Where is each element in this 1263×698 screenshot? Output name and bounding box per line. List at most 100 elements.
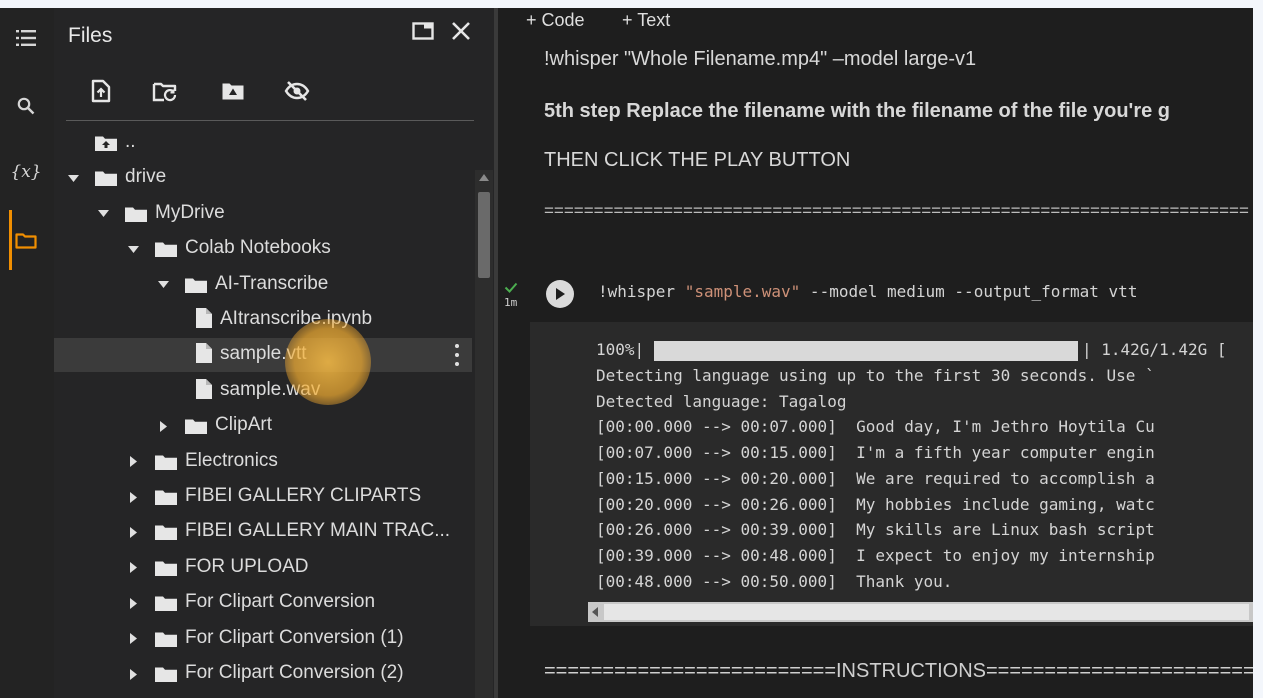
divider-text: ========================================…: [544, 201, 1249, 220]
close-icon[interactable]: [448, 18, 474, 44]
tree-row[interactable]: AI-Transcribe: [54, 268, 472, 302]
menu-icon[interactable]: [10, 22, 42, 54]
tree-item-label: Electronics: [185, 449, 278, 471]
output-line: [00:15.000 --> 00:20.000] We are require…: [596, 468, 1155, 488]
chevron-down-icon[interactable]: [96, 207, 110, 221]
tree-row[interactable]: AItranscribe.ipynb: [54, 303, 472, 337]
parent-folder-icon: [94, 134, 118, 152]
code-cell[interactable]: !whisper "sample.wav" --model medium --o…: [530, 264, 1253, 626]
folder-icon[interactable]: [10, 224, 42, 256]
code-prefix: !whisper: [598, 282, 685, 301]
run-cell-button[interactable]: [546, 280, 574, 308]
chevron-right-icon[interactable]: [126, 667, 140, 681]
tree-item-label: drive: [125, 166, 167, 188]
tree-item-label: For Clipart Conversion (1): [185, 626, 404, 648]
file-tree: .. drive MyDrive Colab Notebooks AI-Transcri…: [54, 131, 474, 698]
scroll-thumb[interactable]: [478, 192, 490, 278]
folder-icon: [184, 417, 208, 435]
chevron-down-icon[interactable]: [66, 171, 80, 185]
tree-item-label: FIBEI GALLERY CLIPARTS: [185, 485, 422, 506]
open-in-tab-icon[interactable]: [410, 18, 436, 44]
tree-row[interactable]: For Clipart Conversion (1): [54, 622, 472, 656]
folder-icon: [154, 488, 178, 506]
colab-window: {x} Files .. drive MyDrive Colab Notebooks A…: [0, 8, 1253, 698]
tree-item-label: For Clipart Conversion: [185, 591, 376, 613]
output-line: [00:20.000 --> 00:26.000] My hobbies inc…: [596, 494, 1155, 514]
output-horizontal-scrollbar[interactable]: [588, 602, 1253, 622]
upload-file-icon[interactable]: [86, 76, 116, 106]
code-line[interactable]: !whisper "sample.wav" --model medium --o…: [598, 282, 1137, 301]
more-options-icon[interactable]: [452, 344, 462, 367]
chevron-right-icon[interactable]: [126, 490, 140, 504]
tree-row[interactable]: FIBEI GALLERY MAIN TRAC...: [54, 515, 472, 549]
output-line: Detecting language using up to the first…: [596, 366, 1155, 385]
tree-row[interactable]: ..: [54, 126, 472, 160]
activity-rail: {x}: [0, 8, 54, 698]
add-text-button[interactable]: + Text: [622, 10, 670, 31]
tree-row[interactable]: FIBEI GALLERY CLIPARTS: [54, 480, 472, 514]
chevron-down-icon[interactable]: [156, 278, 170, 292]
play-instruction-text: THEN CLICK THE PLAY BUTTON: [544, 149, 851, 171]
chevron-right-icon[interactable]: [156, 419, 170, 433]
chevron-right-icon[interactable]: [126, 596, 140, 610]
folder-icon: [154, 453, 178, 471]
command-text: !whisper "Whole Filename.mp4" –model lar…: [544, 48, 977, 70]
chevron-right-icon[interactable]: [126, 455, 140, 469]
tree-row[interactable]: sample.vtt: [54, 338, 472, 373]
folder-icon: [154, 559, 178, 577]
progress-percent: 100%|: [596, 340, 645, 359]
mount-drive-icon[interactable]: [218, 76, 248, 106]
chevron-right-icon[interactable]: [126, 561, 140, 575]
instructions-header: =========================INSTRUCTIONS===…: [544, 660, 1253, 682]
tree-row[interactable]: Colab Notebooks: [54, 232, 472, 266]
folder-icon: [154, 594, 178, 612]
toolbar-divider: [66, 120, 474, 121]
chevron-down-icon[interactable]: [126, 242, 140, 256]
tree-item-label: ClipArt: [215, 414, 273, 436]
tree-item-label: For Clipart Conversion (2): [185, 662, 404, 683]
progress-bar: [654, 341, 1078, 361]
output-line: [00:48.000 --> 00:50.000] Thank you.: [596, 571, 953, 591]
tree-item-label: sample.wav: [220, 378, 321, 400]
progress-size: | 1.42G/1.42G [: [1082, 340, 1227, 359]
folder-icon: [154, 523, 178, 541]
checkmark-icon: [504, 282, 518, 293]
tree-item-label: MyDrive: [155, 201, 225, 223]
tree-row[interactable]: drive: [54, 161, 472, 195]
tree-row[interactable]: For Clipart Conversion: [54, 586, 472, 620]
tree-item-label: ..: [125, 131, 136, 152]
output-line: [00:39.000 --> 00:48.000] I expect to en…: [596, 545, 1155, 565]
folder-icon: [184, 276, 208, 294]
tree-item-label: FIBEI GALLERY MAIN TRAC...: [185, 520, 451, 542]
tree-row[interactable]: sample.wav: [54, 374, 472, 408]
horizontal-scroll-thumb[interactable]: [604, 604, 1249, 620]
code-string: "sample.wav": [684, 282, 801, 301]
search-icon[interactable]: [10, 90, 42, 122]
folder-icon: [124, 205, 148, 223]
output-line: Detected language: Tagalog: [596, 391, 847, 411]
output-line: [00:26.000 --> 00:39.000] My skills are …: [596, 520, 1155, 540]
code-suffix: --model medium --output_format vtt: [800, 282, 1138, 301]
chevron-right-icon[interactable]: [126, 632, 140, 646]
refresh-icon[interactable]: [150, 76, 180, 106]
tree-item-label: Colab Notebooks: [185, 237, 331, 259]
tree-row[interactable]: FOR UPLOAD: [54, 551, 472, 585]
variables-icon[interactable]: {x}: [10, 156, 42, 188]
chevron-right-icon[interactable]: [126, 525, 140, 539]
notebook-area: + Code + Text !whisper "Whole Filename.m…: [498, 8, 1253, 698]
tree-item-label: sample.vtt: [220, 343, 307, 365]
scroll-left-icon[interactable]: [592, 607, 598, 617]
tree-row[interactable]: ClipArt: [54, 409, 472, 443]
scroll-up-icon[interactable]: [479, 174, 489, 181]
add-code-button[interactable]: + Code: [526, 10, 585, 31]
tree-row[interactable]: For Clipart Conversion (2): [54, 657, 472, 691]
tree-row[interactable]: MyDrive: [54, 197, 472, 231]
tree-row[interactable]: Electronics: [54, 445, 472, 479]
output-line: [00:07.000 --> 00:15.000] I'm a fifth ye…: [596, 443, 1155, 463]
file-tree-scrollbar[interactable]: [475, 170, 493, 698]
hide-files-icon[interactable]: [282, 76, 312, 106]
play-icon: [556, 288, 565, 300]
code-input[interactable]: !whisper "sample.wav" --model medium --o…: [530, 264, 1253, 322]
tree-item-label: AItranscribe.ipynb: [220, 308, 373, 329]
file-icon: [192, 378, 216, 399]
